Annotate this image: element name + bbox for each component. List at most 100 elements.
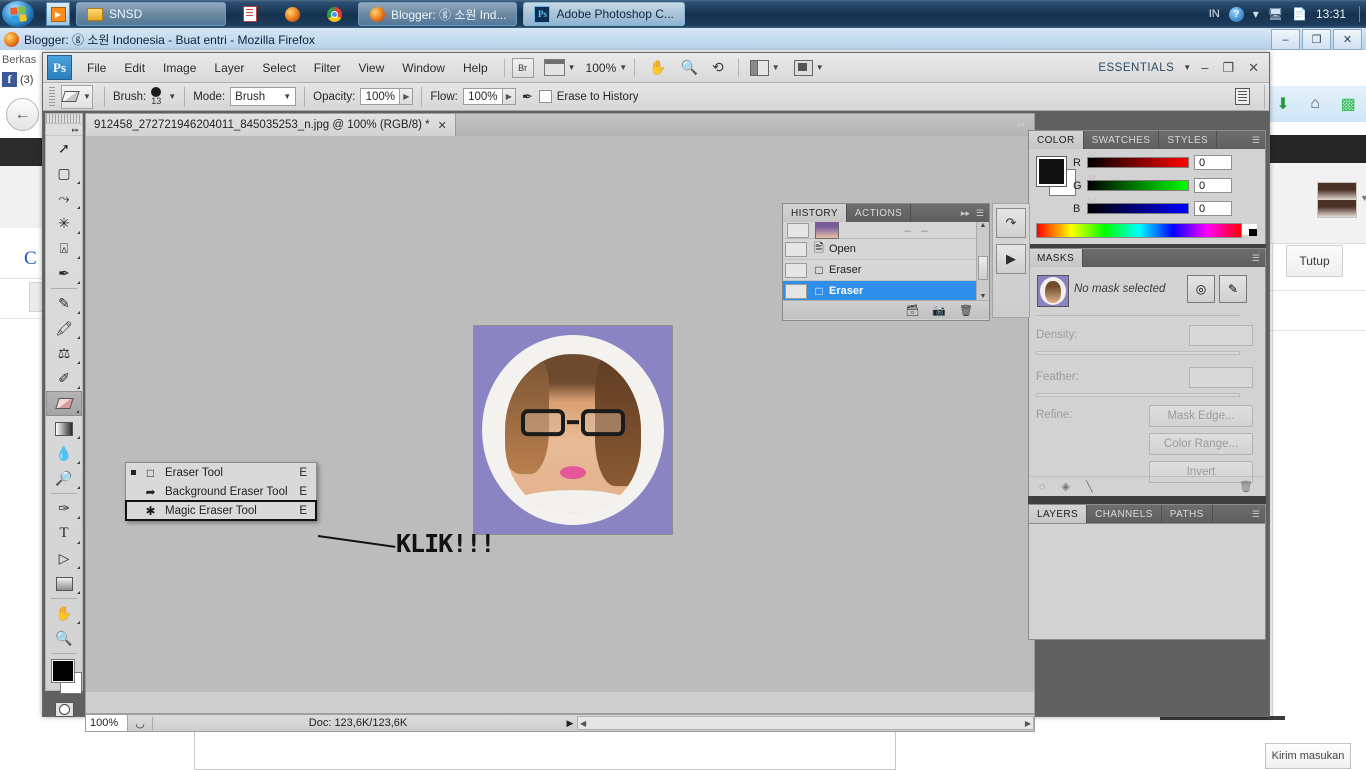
firefox-maximize-button[interactable]: ❐ bbox=[1302, 29, 1331, 50]
tool-brush[interactable]: 🖍 bbox=[46, 316, 82, 341]
tool-eraser[interactable] bbox=[46, 391, 82, 416]
foreground-color-swatch[interactable] bbox=[1036, 156, 1067, 187]
load-selection-icon[interactable]: ◌ bbox=[1039, 481, 1046, 493]
channel-slider[interactable] bbox=[1087, 175, 1189, 191]
tool-hand[interactable]: ✋ bbox=[46, 601, 82, 626]
airbrush-icon[interactable]: ✒ bbox=[522, 89, 533, 105]
color-channel-b[interactable]: B 0 bbox=[1073, 198, 1232, 216]
density-field[interactable] bbox=[1189, 325, 1253, 346]
new-snapshot-icon[interactable]: 📷 bbox=[932, 304, 946, 317]
foreground-color-swatch[interactable] bbox=[51, 659, 75, 683]
layers-panel-body[interactable] bbox=[1028, 524, 1266, 640]
flyout-item-magic-eraser-tool[interactable]: ✱ Magic Eraser Tool E bbox=[125, 500, 317, 521]
spectrum-black-swatch[interactable] bbox=[1249, 229, 1257, 236]
history-scrollbar[interactable]: ▲ ▼ bbox=[976, 222, 989, 300]
toolbox-collapse-icon[interactable]: ▸▸ bbox=[46, 124, 82, 136]
menu-image[interactable]: Image bbox=[154, 53, 205, 83]
tool-gradient[interactable] bbox=[46, 416, 82, 441]
density-slider[interactable] bbox=[1036, 351, 1240, 355]
ps-maximize-button[interactable]: ❐ bbox=[1218, 60, 1238, 76]
history-item-eraser-1[interactable]: □ Eraser bbox=[783, 260, 989, 281]
tab-masks[interactable]: MASKS bbox=[1029, 249, 1084, 267]
tool-type[interactable]: T bbox=[46, 521, 82, 546]
status-preview-icon[interactable]: ◡ bbox=[128, 716, 153, 730]
ps-close-button[interactable]: ✕ bbox=[1244, 60, 1263, 76]
dock-collapse-icon[interactable]: ▸▸ bbox=[1016, 118, 1028, 130]
rotate-view-tool-icon[interactable]: ⟲ bbox=[712, 59, 724, 76]
scroll-up-icon[interactable]: ▲ bbox=[980, 222, 987, 229]
eraser-tool-flyout-menu[interactable]: □ Eraser Tool E ➦ Background Eraser Tool… bbox=[125, 462, 317, 521]
taskbar-clock[interactable]: 13:31 bbox=[1316, 7, 1350, 21]
tab-styles[interactable]: STYLES bbox=[1159, 131, 1218, 149]
menu-file[interactable]: File bbox=[78, 53, 115, 83]
taskbar-item-snsd[interactable]: SNSD bbox=[76, 2, 226, 26]
windows-orb-icon[interactable] bbox=[2, 1, 34, 27]
color-channel-g[interactable]: G 0 bbox=[1073, 175, 1232, 193]
delete-mask-icon[interactable]: 🗑 bbox=[1239, 480, 1253, 493]
firefox-window-buttons[interactable]: – ❐ ✕ bbox=[1271, 29, 1362, 50]
menu-help[interactable]: Help bbox=[454, 53, 497, 83]
flyout-item-background-eraser-tool[interactable]: ➦ Background Eraser Tool E bbox=[126, 482, 316, 501]
flow-value[interactable]: 100% bbox=[462, 88, 503, 105]
add-pixel-mask-icon[interactable]: ◎ bbox=[1187, 275, 1215, 303]
palettes-icon[interactable] bbox=[1235, 88, 1250, 105]
tool-blur[interactable]: 💧 bbox=[46, 441, 82, 466]
disable-mask-icon[interactable]: ╲ bbox=[1086, 480, 1093, 493]
zoom-level-dropdown[interactable]: 100% ▼ bbox=[576, 61, 628, 75]
firefox-minimize-button[interactable]: – bbox=[1271, 29, 1300, 50]
history-snapshot-row[interactable]: – – bbox=[783, 222, 989, 239]
history-list[interactable]: – – 🖹 Open □ Eraser □ Eraser ▲ ▼ bbox=[783, 222, 989, 300]
panel-menu-icon[interactable]: ☰ bbox=[1252, 135, 1260, 146]
view-extras-button[interactable]: ▼ bbox=[543, 59, 576, 76]
feather-slider[interactable] bbox=[1036, 393, 1240, 397]
tool-clone-stamp[interactable]: ⚖ bbox=[46, 341, 82, 366]
menu-select[interactable]: Select bbox=[253, 53, 304, 83]
zoom-tool-icon[interactable]: 🔍 bbox=[681, 59, 698, 76]
menu-edit[interactable]: Edit bbox=[115, 53, 154, 83]
bridge-button[interactable]: Br bbox=[511, 57, 534, 78]
menu-view[interactable]: View bbox=[349, 53, 393, 83]
show-hidden-icons-icon[interactable]: ▾ bbox=[1253, 7, 1259, 21]
history-item-eraser-2[interactable]: □ Eraser bbox=[783, 281, 989, 300]
history-source-checkbox[interactable] bbox=[785, 241, 807, 257]
facebook-badge[interactable]: f (3) bbox=[2, 72, 33, 87]
channel-value[interactable]: 0 bbox=[1194, 201, 1232, 216]
horizontal-scrollbar[interactable]: ◀ ▶ bbox=[577, 716, 1034, 730]
channel-value[interactable]: 0 bbox=[1194, 155, 1232, 170]
back-arrow-icon[interactable]: ← bbox=[6, 98, 39, 131]
brush-preview[interactable]: 13 bbox=[151, 87, 161, 106]
flow-flyout-icon[interactable]: ▶ bbox=[502, 88, 516, 105]
signal-icon[interactable]: ▩ bbox=[1341, 94, 1356, 114]
menu-filter[interactable]: Filter bbox=[305, 53, 350, 83]
tool-pen[interactable]: ✑ bbox=[46, 496, 82, 521]
channel-slider[interactable] bbox=[1087, 198, 1189, 214]
home-icon[interactable]: ⌂ bbox=[1310, 95, 1320, 113]
tool-magic-wand[interactable]: ✳ bbox=[46, 211, 82, 236]
scroll-right-icon[interactable]: ▶ bbox=[1025, 719, 1031, 728]
network-icon[interactable]: 🖥 bbox=[1268, 7, 1283, 21]
download-icon[interactable]: ⬇ bbox=[1276, 94, 1289, 114]
kirim-masukan-button[interactable]: Kirim masukan bbox=[1265, 743, 1351, 769]
taskbar-item-photoshop[interactable]: Ps Adobe Photoshop C... bbox=[523, 2, 685, 26]
color-channel-r[interactable]: R 0 bbox=[1073, 152, 1232, 170]
menu-window[interactable]: Window bbox=[393, 53, 454, 83]
hand-tool-icon[interactable]: ✋ bbox=[649, 59, 666, 76]
firefox-close-button[interactable]: ✕ bbox=[1333, 29, 1362, 50]
taskbar-item-document[interactable] bbox=[232, 2, 268, 26]
chevron-down-icon[interactable]: ▼ bbox=[168, 92, 176, 101]
arrange-documents-button[interactable]: ▼ bbox=[749, 59, 780, 76]
default-colors-icon[interactable] bbox=[51, 646, 60, 655]
tool-history-brush[interactable]: ✐ bbox=[46, 366, 82, 391]
tab-channels[interactable]: CHANNELS bbox=[1087, 505, 1162, 523]
new-document-icon[interactable]: 🗃 bbox=[905, 304, 919, 317]
channel-value[interactable]: 0 bbox=[1194, 178, 1232, 193]
scroll-down-icon[interactable]: ▼ bbox=[980, 293, 987, 300]
tool-healing-brush[interactable]: ✎ bbox=[46, 291, 82, 316]
color-spectrum-ramp[interactable] bbox=[1036, 223, 1257, 238]
panel-menu-icon[interactable]: ☰ bbox=[976, 208, 984, 219]
scrollbar-thumb[interactable] bbox=[978, 256, 988, 280]
close-icon[interactable]: ✕ bbox=[438, 119, 447, 132]
quick-mask-toggle[interactable] bbox=[46, 698, 82, 720]
opacity-flyout-icon[interactable]: ▶ bbox=[400, 88, 414, 105]
taskbar-item-blogger[interactable]: Blogger: ⓖ 소원 Ind... bbox=[358, 2, 518, 26]
